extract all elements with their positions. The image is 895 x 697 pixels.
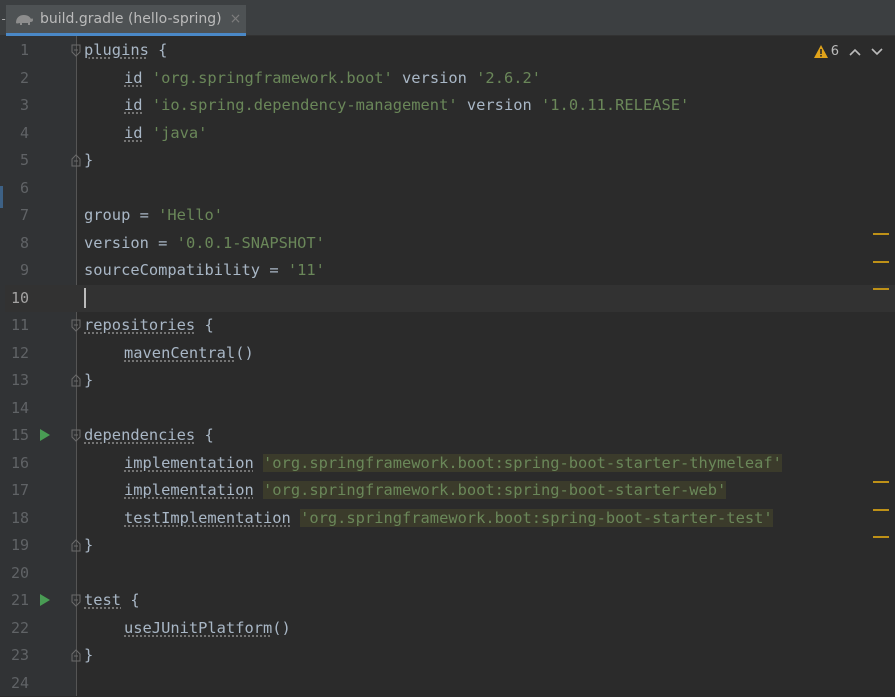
code-line: 4 id 'java' — [5, 120, 895, 148]
code-line: 23 } — [5, 642, 895, 670]
code-text: version = '0.0.1-SNAPSHOT' — [84, 230, 325, 258]
line-number: 19 — [5, 532, 29, 560]
code-text: testImplementation 'org.springframework.… — [124, 505, 773, 533]
code-line: 2 id 'org.springframework.boot' version … — [5, 65, 895, 93]
code-editor[interactable]: 6 1 plugins { 2 id 'org.springframework.… — [5, 36, 895, 696]
code-line: 5 } — [5, 147, 895, 175]
code-line: 24 — [5, 670, 895, 697]
code-line: 1 plugins { — [5, 37, 895, 65]
line-number: 20 — [5, 560, 29, 588]
line-number: 24 — [5, 670, 29, 697]
line-number: 14 — [5, 395, 29, 423]
warning-marker[interactable] — [873, 536, 889, 538]
fold-end-icon[interactable] — [71, 539, 81, 552]
code-text: } — [84, 532, 93, 560]
code-line: 22 useJUnitPlatform() — [5, 615, 895, 643]
warning-marker[interactable] — [873, 233, 889, 235]
line-number: 17 — [5, 477, 29, 505]
code-line: 13 } — [5, 367, 895, 395]
code-text: useJUnitPlatform() — [124, 615, 291, 643]
line-number: 10 — [5, 285, 29, 313]
fold-end-icon[interactable] — [71, 374, 81, 387]
line-number: 21 — [5, 587, 29, 615]
code-text: repositories { — [84, 312, 214, 340]
code-line: 3 id 'io.spring.dependency-management' v… — [5, 92, 895, 120]
code-text: sourceCompatibility = '11' — [84, 257, 325, 285]
current-code-line: 10 — [5, 285, 895, 313]
code-line: 20 — [5, 560, 895, 588]
run-icon[interactable] — [40, 429, 50, 441]
line-number: 2 — [5, 65, 29, 93]
line-number: 5 — [5, 147, 29, 175]
code-line: 6 — [5, 175, 895, 203]
line-number: 4 — [5, 120, 29, 148]
code-line: 9 sourceCompatibility = '11' — [5, 257, 895, 285]
line-number: 12 — [5, 340, 29, 368]
line-number: 1 — [5, 37, 29, 65]
code-text — [84, 285, 86, 313]
code-text: id 'io.spring.dependency-management' ver… — [124, 92, 689, 120]
code-line: 11 repositories { — [5, 312, 895, 340]
fold-icon[interactable] — [71, 594, 81, 607]
code-text: group = 'Hello' — [84, 202, 223, 230]
code-line: 16 implementation 'org.springframework.b… — [5, 450, 895, 478]
code-line: 12 mavenCentral() — [5, 340, 895, 368]
code-line: 17 implementation 'org.springframework.b… — [5, 477, 895, 505]
fold-icon[interactable] — [71, 429, 81, 442]
line-number: 6 — [5, 175, 29, 203]
line-number: 13 — [5, 367, 29, 395]
fold-end-icon[interactable] — [71, 649, 81, 662]
code-text: } — [84, 642, 93, 670]
code-text: } — [84, 367, 93, 395]
line-number: 22 — [5, 615, 29, 643]
line-number: 8 — [5, 230, 29, 258]
code-line: 18 testImplementation 'org.springframewo… — [5, 505, 895, 533]
gradle-elephant-icon — [14, 11, 34, 27]
line-number: 16 — [5, 450, 29, 478]
line-number: 9 — [5, 257, 29, 285]
tab-title: build.gradle (hello-spring) — [40, 11, 222, 27]
code-line: 15 dependencies { — [5, 422, 895, 450]
line-number: 18 — [5, 505, 29, 533]
warning-marker[interactable] — [873, 509, 889, 511]
line-number: 7 — [5, 202, 29, 230]
editor-tab-bar: - build.gradle (hello-spring) × — [0, 0, 895, 36]
warning-marker[interactable] — [873, 288, 889, 290]
code-text: implementation 'org.springframework.boot… — [124, 450, 782, 478]
warning-marker[interactable] — [873, 261, 889, 263]
line-number: 11 — [5, 312, 29, 340]
run-icon[interactable] — [40, 594, 50, 606]
warning-marker[interactable] — [873, 481, 889, 483]
code-line: 19 } — [5, 532, 895, 560]
fold-icon[interactable] — [71, 319, 81, 332]
code-text: implementation 'org.springframework.boot… — [124, 477, 726, 505]
code-text: test { — [84, 587, 140, 615]
fold-end-icon[interactable] — [71, 154, 81, 167]
code-text: } — [84, 147, 93, 175]
fold-icon[interactable] — [71, 44, 81, 57]
code-text: dependencies { — [84, 422, 214, 450]
left-tool-indicator[interactable] — [0, 186, 3, 208]
code-line: 8 version = '0.0.1-SNAPSHOT' — [5, 230, 895, 258]
line-number: 15 — [5, 422, 29, 450]
code-text: id 'java' — [124, 120, 207, 148]
line-number: 3 — [5, 92, 29, 120]
code-line: 7 group = 'Hello' — [5, 202, 895, 230]
tab-build-gradle[interactable]: build.gradle (hello-spring) × — [6, 5, 246, 36]
line-number: 23 — [5, 642, 29, 670]
code-text: mavenCentral() — [124, 340, 254, 368]
code-text: plugins { — [84, 37, 167, 65]
close-icon[interactable]: × — [230, 11, 242, 27]
code-text: id 'org.springframework.boot' version '2… — [124, 65, 541, 93]
code-line: 14 — [5, 395, 895, 423]
text-caret — [84, 288, 86, 308]
code-line: 21 test { — [5, 587, 895, 615]
